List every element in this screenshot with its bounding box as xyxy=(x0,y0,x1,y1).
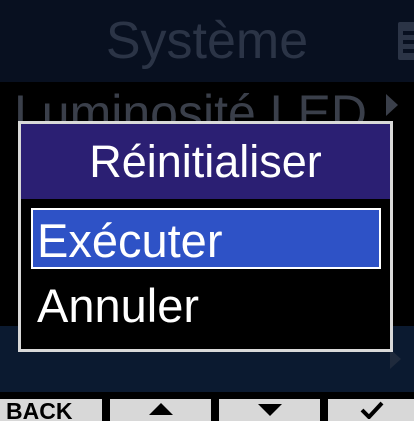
back-button[interactable]: BACK xyxy=(0,399,102,421)
header-bar: Système xyxy=(0,0,414,82)
up-button[interactable] xyxy=(110,399,211,421)
down-button[interactable] xyxy=(219,399,320,421)
execute-option[interactable]: Exécuter xyxy=(31,208,381,269)
chevron-right-icon xyxy=(386,94,398,116)
triangle-up-icon xyxy=(149,403,173,415)
softkey-bar: BACK xyxy=(0,392,414,421)
confirm-button[interactable] xyxy=(328,399,414,421)
cancel-option[interactable]: Annuler xyxy=(31,275,381,336)
device-screen: Système Luminosité LED Réinitialiser Exé… xyxy=(0,0,414,421)
dialog-title: Réinitialiser xyxy=(21,124,390,199)
chevron-right-icon xyxy=(390,349,401,369)
checkmark-icon xyxy=(360,401,384,419)
triangle-down-icon xyxy=(258,404,282,416)
battery-icon xyxy=(398,22,414,60)
page-title: Système xyxy=(105,12,309,70)
reset-dialog: Réinitialiser Exécuter Annuler xyxy=(18,121,393,352)
